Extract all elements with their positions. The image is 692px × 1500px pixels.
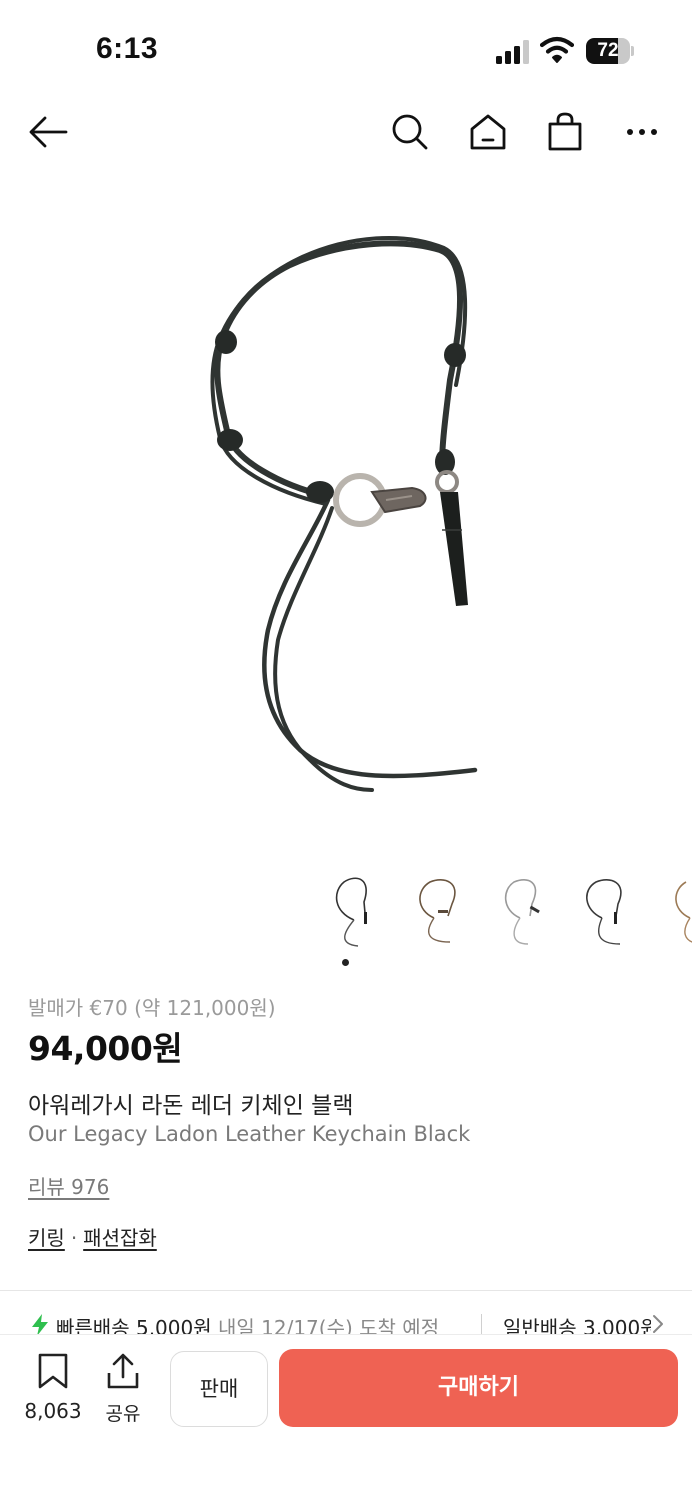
price: 94,000원 (28, 1029, 183, 1068)
product-image[interactable] (150, 200, 542, 840)
thumbnail-4[interactable] (576, 872, 632, 948)
thumbnail-2[interactable] (408, 872, 464, 948)
thumbnail-5[interactable] (660, 872, 692, 948)
thumbnail-3[interactable] (492, 872, 548, 948)
release-price: 발매가 €70 (약 121,000원) (28, 996, 276, 1020)
divider (0, 1290, 692, 1291)
sell-button[interactable]: 판매 (170, 1351, 268, 1427)
battery-percent: 72 (597, 40, 619, 61)
category-separator: · (70, 1226, 78, 1250)
chevron-right-icon[interactable] (650, 1314, 666, 1334)
save-count: 8,063 (24, 1399, 82, 1423)
status-time: 6:13 (96, 32, 159, 65)
product-name-korean: 아워레가시 라돈 레더 키체인 블랙 (28, 1093, 354, 1119)
cellular-signal-icon (496, 40, 529, 64)
category-link-fashion-accessories[interactable]: 패션잡화 (83, 1226, 157, 1250)
standard-shipping-label[interactable]: 일반배송 3,000원 (503, 1312, 651, 1336)
keychain-illustration (210, 236, 478, 792)
battery-icon: 72 (586, 38, 634, 64)
shipping-options-row[interactable]: 빠른배송 5,000원 내일 12/17(수) 도착 예정 일반배송 3,000… (0, 1312, 692, 1336)
top-nav-bar (0, 96, 692, 172)
image-thumbnail-strip (300, 872, 692, 952)
bookmark-icon (38, 1353, 68, 1389)
buy-button[interactable]: 구매하기 (279, 1349, 678, 1427)
review-link[interactable]: 리뷰 976 (28, 1171, 109, 1200)
back-arrow-icon[interactable] (26, 110, 70, 154)
wifi-icon (540, 36, 574, 63)
shipping-divider (481, 1314, 482, 1334)
status-bar: 6:13 72 (0, 0, 692, 96)
search-icon[interactable] (388, 110, 432, 154)
more-icon[interactable] (620, 110, 664, 154)
carousel-page-indicator (342, 959, 349, 966)
thumbnail-1[interactable] (324, 872, 380, 948)
shopping-bag-icon[interactable] (543, 110, 587, 154)
fast-shipping-option[interactable]: 빠른배송 5,000원 내일 12/17(수) 도착 예정 (56, 1312, 439, 1336)
product-name-english: Our Legacy Ladon Leather Keychain Black (28, 1122, 471, 1146)
share-button[interactable]: 공유 (100, 1353, 146, 1429)
share-icon (107, 1353, 139, 1389)
category-link-keyring[interactable]: 키링 (28, 1226, 65, 1250)
category-row: 키링 · 패션잡화 (28, 1222, 157, 1251)
save-button[interactable]: 8,063 (18, 1353, 88, 1429)
bottom-action-bar: 8,063 공유 판매 구매하기 (0, 1334, 692, 1500)
lightning-bolt-icon (32, 1314, 48, 1336)
fast-shipping-date: 내일 12/17(수) 도착 예정 (217, 1316, 440, 1336)
fast-shipping-label: 빠른배송 5,000원 (56, 1316, 212, 1336)
share-label: 공유 (105, 1403, 141, 1425)
home-icon[interactable] (466, 110, 510, 154)
